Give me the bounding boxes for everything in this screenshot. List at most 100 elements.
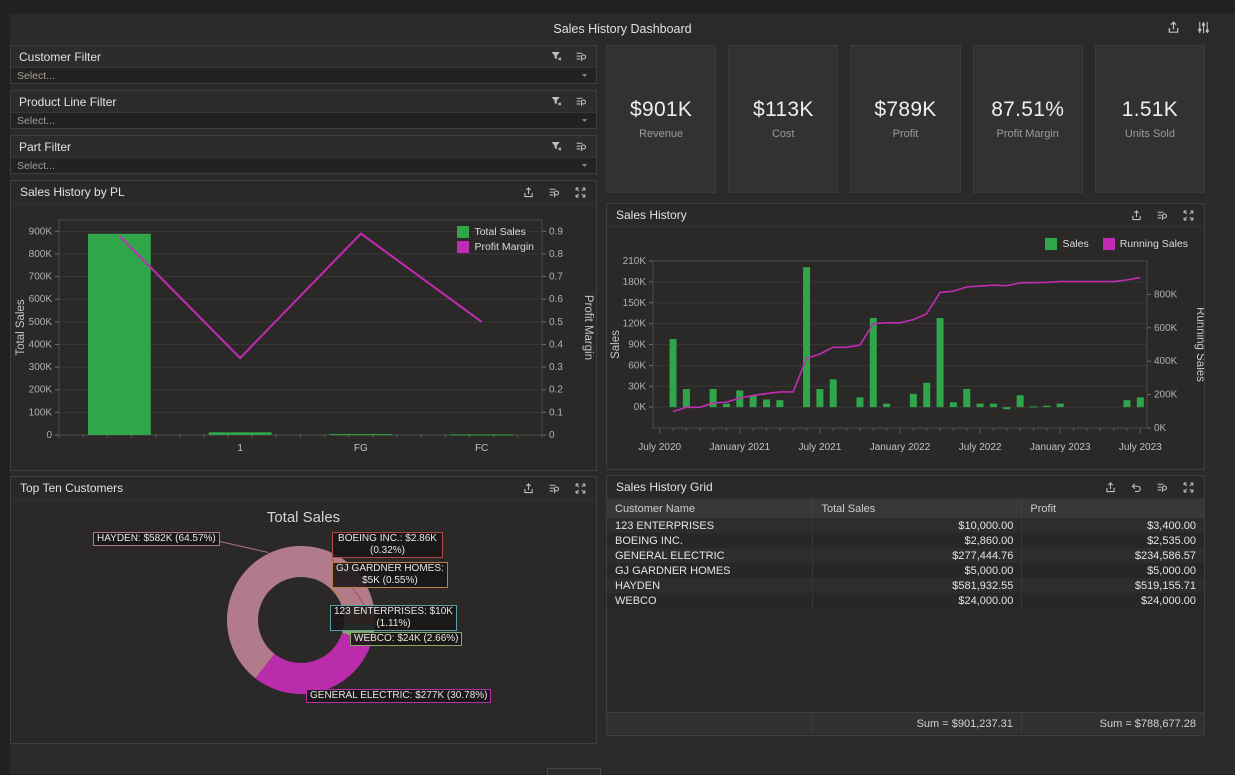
maximize-icon[interactable] <box>1182 209 1195 222</box>
sales-bar <box>1017 395 1024 407</box>
legend-item[interactable]: Total Sales <box>457 226 534 238</box>
kpi-card[interactable]: $113K Cost <box>728 45 838 193</box>
svg-text:0.9: 0.9 <box>549 226 563 237</box>
kpi-card[interactable]: $789K Profit <box>850 45 960 193</box>
svg-text:120K: 120K <box>623 319 647 330</box>
cell-customer-name: 123 ENTERPRISES <box>607 518 813 533</box>
sales-bar <box>1030 406 1037 407</box>
cell-profit: $2,535.00 <box>1022 533 1204 548</box>
svg-text:400K: 400K <box>1154 356 1178 367</box>
kpi-card[interactable]: 87.51% Profit Margin <box>973 45 1083 193</box>
column-header-profit[interactable]: Profit <box>1022 499 1204 518</box>
sales-bar <box>683 389 690 407</box>
kpi-card[interactable]: 1.51K Units Sold <box>1095 45 1205 193</box>
filter-editor-icon[interactable] <box>548 482 561 495</box>
column-header-total-sales[interactable]: Total Sales <box>813 499 1022 518</box>
sales-bar <box>750 396 757 407</box>
svg-text:300K: 300K <box>29 362 53 373</box>
filter-label: Part Filter <box>19 140 71 154</box>
legend-item[interactable]: Sales <box>1045 238 1088 250</box>
filter-editor-icon[interactable] <box>1156 481 1169 494</box>
export-icon[interactable] <box>1130 209 1143 222</box>
svg-text:Sales: Sales <box>610 330 622 359</box>
clear-filter-icon[interactable] <box>550 95 563 108</box>
filter-panel: Part Filter Select... <box>10 135 597 174</box>
grid-data-row[interactable]: HAYDEN $581,932.55 $519,155.71 <box>607 578 1204 593</box>
grid-data-row[interactable]: GJ GARDNER HOMES $5,000.00 $5,000.00 <box>607 563 1204 578</box>
filter-combobox[interactable]: Select... <box>11 112 596 128</box>
column-header-customer-name[interactable]: Customer Name <box>607 499 813 518</box>
sales-bar <box>803 267 810 407</box>
cell-total-sales: $5,000.00 <box>813 563 1022 578</box>
kpi-label: Revenue <box>639 128 683 140</box>
combobox-placeholder: Select... <box>17 70 55 82</box>
sales-bar <box>990 404 997 407</box>
export-icon[interactable] <box>522 482 535 495</box>
bar-FG <box>329 434 392 435</box>
svg-text:900K: 900K <box>29 226 53 237</box>
caret-down-icon[interactable] <box>579 115 590 126</box>
donut-label-2: GJ GARDNER HOMES:$5K (0.55%) <box>332 562 448 588</box>
svg-text:0: 0 <box>549 430 555 441</box>
filter-combobox[interactable]: Select... <box>11 157 596 173</box>
chart-legend: Total Sales Profit Margin <box>457 226 534 253</box>
parameters-icon[interactable] <box>1196 20 1211 35</box>
bar-1 <box>209 432 272 435</box>
sales-history-by-pl-panel: Sales History by PL Total Sales Profit M… <box>10 180 597 471</box>
svg-text:800K: 800K <box>1154 289 1178 300</box>
sales-bar <box>816 389 823 407</box>
grid-data-row[interactable]: BOEING INC. $2,860.00 $2,535.00 <box>607 533 1204 548</box>
sales-history-grid-panel: Sales History Grid Customer Name Total S… <box>606 475 1205 736</box>
grid-data-row[interactable]: WEBCO $24,000.00 $24,000.00 <box>607 593 1204 608</box>
panel-caption: Sales History Grid <box>607 476 1204 499</box>
maximize-icon[interactable] <box>574 186 587 199</box>
export-icon[interactable] <box>1104 481 1117 494</box>
filter-editor-icon[interactable] <box>548 186 561 199</box>
top-ten-customers-chart[interactable]: Total Sales HAYDEN: $582K (64.57%)BOEING… <box>11 500 596 742</box>
legend-item[interactable]: Running Sales <box>1103 238 1188 250</box>
filter-editor-icon[interactable] <box>575 140 588 153</box>
clear-filter-icon[interactable] <box>550 140 563 153</box>
grid-data-row[interactable]: 123 ENTERPRISES $10,000.00 $3,400.00 <box>607 518 1204 533</box>
maximize-icon[interactable] <box>574 482 587 495</box>
cell-profit: $234,586.57 <box>1022 548 1204 563</box>
sales-bar <box>856 397 863 407</box>
svg-text:January 2023: January 2023 <box>1030 442 1091 453</box>
sales-history-chart[interactable]: Sales Running Sales 0K30K60K90K120K150K1… <box>607 227 1204 468</box>
svg-text:200K: 200K <box>1154 390 1178 401</box>
maximize-icon[interactable] <box>1182 481 1195 494</box>
legend-item[interactable]: Profit Margin <box>457 241 534 253</box>
grid-data-row[interactable]: GENERAL ELECTRIC $277,444.76 $234,586.57 <box>607 548 1204 563</box>
filter-editor-icon[interactable] <box>1156 209 1169 222</box>
sales-history-panel: Sales History Sales Running Sales <box>606 203 1205 470</box>
filter-editor-icon[interactable] <box>575 50 588 63</box>
cell-total-sales: $2,860.00 <box>813 533 1022 548</box>
export-icon[interactable] <box>522 186 535 199</box>
filter-editor-icon[interactable] <box>575 95 588 108</box>
svg-text:100K: 100K <box>29 407 53 418</box>
kpi-card[interactable]: $901K Revenue <box>606 45 716 193</box>
bar-blank <box>88 234 151 435</box>
undo-icon[interactable] <box>1130 481 1143 494</box>
sales-bar <box>830 379 837 407</box>
legend-label: Running Sales <box>1120 238 1188 250</box>
sales-bar <box>763 399 770 407</box>
filter-combobox[interactable]: Select... <box>11 67 596 83</box>
svg-text:30K: 30K <box>628 381 646 392</box>
sales-history-by-pl-chart[interactable]: Total Sales Profit Margin 0100K200K300K4… <box>11 204 596 469</box>
svg-text:0.6: 0.6 <box>549 294 563 305</box>
clear-filter-icon[interactable] <box>550 50 563 63</box>
sales-bar <box>670 339 677 407</box>
left-column: Customer Filter Select... Product Line F… <box>10 45 597 774</box>
kpi-label: Cost <box>772 128 795 140</box>
cell-profit: $3,400.00 <box>1022 518 1204 533</box>
titlebar-icons <box>1166 20 1211 35</box>
caret-down-icon[interactable] <box>579 70 590 81</box>
caret-down-icon[interactable] <box>579 160 590 171</box>
kpi-label: Profit Margin <box>997 128 1059 140</box>
donut-label-1: BOEING INC.: $2.86K(0.32%) <box>332 532 443 558</box>
filter-panel: Product Line Filter Select... <box>10 90 597 129</box>
filter-label: Product Line Filter <box>19 95 116 109</box>
svg-text:0.2: 0.2 <box>549 385 563 396</box>
export-icon[interactable] <box>1166 20 1181 35</box>
